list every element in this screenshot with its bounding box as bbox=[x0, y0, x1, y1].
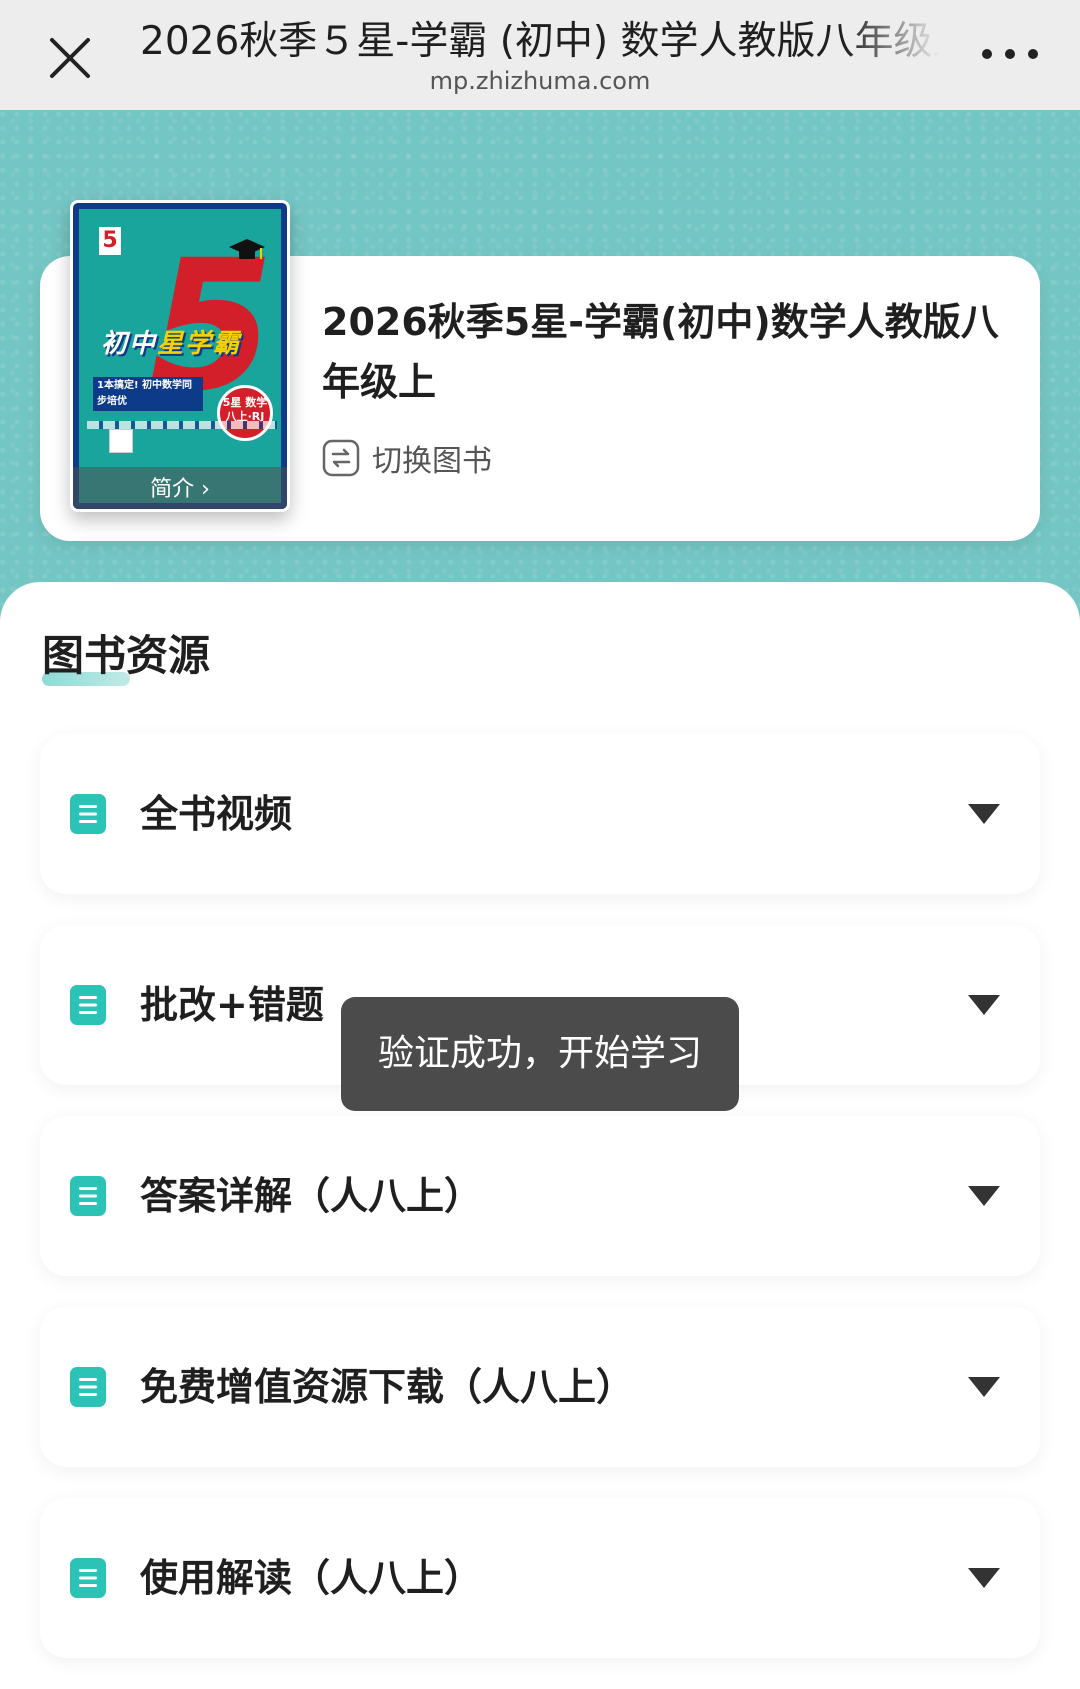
switch-book-icon bbox=[322, 439, 360, 477]
cover-seal-badge: 5星 数学 八上·RJ bbox=[217, 385, 273, 441]
document-icon bbox=[70, 985, 106, 1025]
caret-down-icon[interactable] bbox=[968, 1568, 1000, 1588]
close-icon[interactable] bbox=[42, 30, 98, 86]
more-options-button[interactable] bbox=[982, 38, 1038, 70]
close-button[interactable] bbox=[42, 30, 98, 86]
switch-book-label: 切换图书 bbox=[372, 444, 492, 479]
title-area: 2026秋季５星-学霸 (初中) 数学人教版八年级上 mp.zhizhuma.c… bbox=[140, 14, 940, 104]
more-dots-icon bbox=[1005, 49, 1015, 59]
document-icon bbox=[70, 1558, 106, 1598]
document-icon bbox=[70, 1176, 106, 1216]
caret-down-icon[interactable] bbox=[968, 804, 1000, 824]
resource-item-label: 免费增值资源下载（人八上） bbox=[140, 1365, 635, 1409]
cover-decor-strip bbox=[87, 421, 277, 429]
cover-brand-logo: 5 bbox=[99, 227, 121, 255]
resource-item-usage-guide[interactable]: 使用解读（人八上） bbox=[40, 1498, 1040, 1658]
book-cover[interactable]: 5 5 初中星学霸 1本搞定! 初中数学同步培优 5星 数学 八上·RJ 简介 … bbox=[70, 200, 290, 512]
resource-item-label: 答案详解（人八上） bbox=[140, 1174, 483, 1218]
top-bar: 2026秋季５星-学霸 (初中) 数学人教版八年级上 mp.zhizhuma.c… bbox=[0, 0, 1080, 110]
resource-item-label: 使用解读（人八上） bbox=[140, 1556, 483, 1600]
cover-title-logo: 初中星学霸 bbox=[101, 323, 241, 360]
cover-logo-text: 初中 bbox=[101, 329, 158, 359]
graduation-cap-icon bbox=[229, 239, 265, 259]
more-dots-icon bbox=[982, 49, 992, 59]
section-title: 图书资源 bbox=[42, 631, 211, 680]
document-icon bbox=[70, 794, 106, 834]
resource-item-label: 批改+错题 bbox=[140, 983, 324, 1027]
cover-artwork: 5 5 初中星学霸 1本搞定! 初中数学同步培优 5星 数学 八上·RJ bbox=[79, 209, 281, 503]
caret-down-icon[interactable] bbox=[968, 995, 1000, 1015]
cover-qr-code bbox=[109, 429, 133, 453]
toast-message: 验证成功，开始学习 bbox=[341, 997, 739, 1111]
resource-item-answers[interactable]: 答案详解（人八上） bbox=[40, 1116, 1040, 1276]
caret-down-icon[interactable] bbox=[968, 1186, 1000, 1206]
resource-item-downloads[interactable]: 免费增值资源下载（人八上） bbox=[40, 1307, 1040, 1467]
cover-logo-highlight: 星学霸 bbox=[157, 329, 242, 359]
resource-item-video[interactable]: 全书视频 bbox=[40, 734, 1040, 894]
book-intro-link[interactable]: 简介 › bbox=[73, 471, 287, 503]
caret-down-icon[interactable] bbox=[968, 1377, 1000, 1397]
switch-book-button[interactable]: 切换图书 bbox=[322, 436, 492, 480]
resource-item-label: 全书视频 bbox=[140, 792, 293, 836]
page-title: 2026秋季５星-学霸 (初中) 数学人教版八年级上 bbox=[140, 19, 940, 64]
book-title: 2026秋季5星-学霸(初中)数学人教版八年级上 bbox=[322, 300, 999, 404]
cover-slogan: 1本搞定! 初中数学同步培优 bbox=[93, 377, 203, 411]
page-domain: mp.zhizhuma.com bbox=[429, 67, 651, 95]
document-icon bbox=[70, 1367, 106, 1407]
more-dots-icon bbox=[1028, 49, 1038, 59]
